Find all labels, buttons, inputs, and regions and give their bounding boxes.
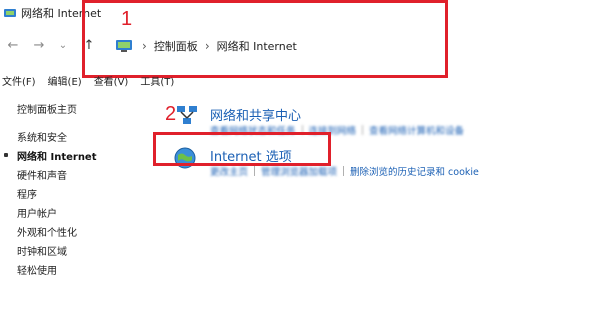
menu-edit[interactable]: 编辑(E) <box>48 73 82 88</box>
link-connect-to-network[interactable]: 连接到网络 <box>309 123 357 137</box>
sidebar-item-ease-of-access[interactable]: 轻松使用 <box>17 262 57 277</box>
menu-file[interactable]: 文件(F) <box>2 73 36 88</box>
sidebar-item-system-security[interactable]: 系统和安全 <box>17 129 67 144</box>
sidebar-item-clock-region[interactable]: 时钟和区域 <box>17 243 67 258</box>
chevron-down-icon: ⌄ <box>58 39 68 51</box>
breadcrumb-control-panel[interactable]: 控制面板 <box>154 38 198 54</box>
sidebar-item-network[interactable]: 网络和 Internet <box>17 148 97 163</box>
sidebar-item-appearance[interactable]: 外观和个性化 <box>17 224 77 239</box>
window-title: 网络和 Internet <box>21 7 102 20</box>
link-change-homepage[interactable]: 更改主页 <box>210 164 248 178</box>
globe-icon <box>174 147 196 169</box>
breadcrumb-network[interactable]: 网络和 Internet <box>217 38 297 54</box>
link-delete-browsing-history[interactable]: 删除浏览的历史记录和 cookie <box>350 164 479 178</box>
sidebar-home-link[interactable]: 控制面板主页 <box>17 101 77 116</box>
network-icon <box>4 9 16 17</box>
annotation-number-1: 1 <box>121 8 133 30</box>
link-view-network-computers[interactable]: 查看网络计算机和设备 <box>369 123 464 137</box>
back-button[interactable]: ← <box>4 36 22 54</box>
navigation-bar: ← → ⌄ ↑ › 控制面板 › 网络和 Internet <box>0 26 600 66</box>
active-marker <box>4 153 8 157</box>
link-manage-addons[interactable]: 管理浏览器加载项 <box>261 164 337 178</box>
main-content: 网络和共享中心 查看网络状态和任务 连接到网络 查看网络计算机和设备 Inter… <box>165 96 600 306</box>
breadcrumb-separator: › <box>204 38 210 53</box>
arrow-up-icon: ↑ <box>83 37 95 53</box>
category-title-internet-options[interactable]: Internet 选项 <box>210 146 292 165</box>
link-divider <box>301 125 303 135</box>
link-divider <box>343 166 345 176</box>
sidebar: 控制面板主页 系统和安全 网络和 Internet 硬件和声音 程序 用户帐户 … <box>0 96 140 306</box>
address-bar[interactable]: › 控制面板 › 网络和 Internet <box>108 32 598 59</box>
sidebar-item-hardware[interactable]: 硬件和声音 <box>17 167 67 182</box>
arrow-right-icon: → <box>33 37 45 53</box>
sidebar-item-programs[interactable]: 程序 <box>17 186 37 201</box>
network-sharing-icon <box>177 106 197 124</box>
link-view-network-status[interactable]: 查看网络状态和任务 <box>210 123 296 137</box>
annotation-number-2: 2 <box>165 103 177 125</box>
breadcrumb-separator: › <box>142 38 147 53</box>
recent-locations-button[interactable]: ⌄ <box>54 36 72 54</box>
link-divider <box>362 125 364 135</box>
category-title-network-sharing[interactable]: 网络和共享中心 <box>210 105 301 124</box>
category-links-network-sharing: 查看网络状态和任务 连接到网络 查看网络计算机和设备 <box>210 123 464 137</box>
up-button[interactable]: ↑ <box>80 36 98 54</box>
forward-button[interactable]: → <box>30 36 48 54</box>
menu-view[interactable]: 查看(V) <box>94 73 129 88</box>
sidebar-item-user-accounts[interactable]: 用户帐户 <box>17 205 57 220</box>
menu-tools[interactable]: 工具(T) <box>140 73 174 88</box>
menu-bar: 文件(F) 编辑(E) 查看(V) 工具(T) <box>0 70 600 90</box>
link-divider <box>254 166 256 176</box>
category-links-internet-options: 更改主页 管理浏览器加载项 删除浏览的历史记录和 cookie <box>210 164 479 178</box>
arrow-left-icon: ← <box>7 37 19 53</box>
title-bar: 网络和 Internet <box>0 0 600 26</box>
control-panel-icon <box>116 40 132 52</box>
